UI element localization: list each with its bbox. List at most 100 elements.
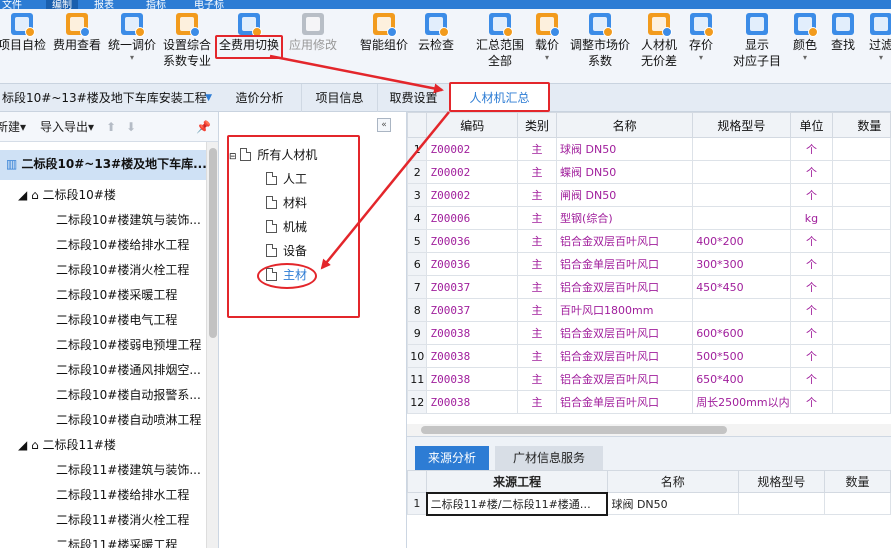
spec-cell[interactable]: 500*500 <box>692 344 791 368</box>
tree-item[interactable]: 二标段10#楼通风排烟空... <box>56 358 201 383</box>
spec-cell[interactable]: 300*300 <box>692 252 791 276</box>
load-price-button[interactable]: 载价 ▾ <box>530 13 564 63</box>
code-cell[interactable]: Z00002 <box>426 160 519 184</box>
tree-root[interactable]: ▥ 二标段10#~13#楼及地下车库... <box>6 152 206 177</box>
type-cell[interactable]: 主 <box>517 321 558 345</box>
move-down-icon[interactable]: ⬇ <box>126 112 136 142</box>
spec-cell[interactable]: 周长2500mm以内 <box>692 390 791 414</box>
code-cell[interactable]: Z00038 <box>426 344 519 368</box>
tab-material-info-service[interactable]: 广材信息服务 <box>495 446 603 471</box>
qty-cell[interactable] <box>832 321 891 345</box>
table-row[interactable]: 12 Z00038 主铝合金单层百叶风口 周长2500mm以内个 <box>407 390 891 414</box>
qty-cell[interactable] <box>832 344 891 368</box>
name-cell[interactable]: 球阀 DN50 <box>556 137 694 161</box>
tab-fee-settings[interactable]: 取费设置 <box>378 84 450 112</box>
qty-cell[interactable] <box>832 275 891 299</box>
spec-cell[interactable] <box>692 206 791 230</box>
unit-cell[interactable]: 个 <box>789 390 834 414</box>
qty-cell[interactable] <box>824 492 891 515</box>
menu-ebid[interactable]: 电子标 <box>194 0 224 9</box>
tree-item[interactable]: 二标段11#楼建筑与装饰... <box>56 458 201 483</box>
spec-cell[interactable]: 450*450 <box>692 275 791 299</box>
type-cell[interactable]: 主 <box>517 390 558 414</box>
tree-item[interactable]: 二标段10#楼采暖工程 <box>56 283 177 308</box>
col-header-spec[interactable]: 规格型号 <box>692 112 791 138</box>
unit-cell[interactable]: 个 <box>789 252 834 276</box>
name-cell[interactable]: 百叶风口1800mm <box>556 298 694 322</box>
name-cell[interactable]: 型钢(综合) <box>556 206 694 230</box>
qty-cell[interactable] <box>832 229 891 253</box>
filter-button[interactable]: 过滤 ▾ <box>864 13 891 63</box>
scroll-thumb[interactable] <box>421 426 727 434</box>
tree-item[interactable]: 二标段10#楼弱电预埋工程 <box>56 333 201 358</box>
table-row[interactable]: 3 Z00002 主闸阀 DN50 个 <box>407 183 891 207</box>
spec-cell[interactable] <box>692 160 791 184</box>
color-button[interactable]: 颜色 ▾ <box>788 13 822 63</box>
scroll-thumb[interactable] <box>209 148 217 338</box>
save-price-button[interactable]: 存价 ▾ <box>684 13 718 63</box>
table-row[interactable]: 7 Z00037 主铝合金双层百叶风口 450*450 个 <box>407 275 891 299</box>
name-cell[interactable]: 铝合金单层百叶风口 <box>556 252 694 276</box>
unit-cell[interactable]: 个 <box>789 344 834 368</box>
qty-cell[interactable] <box>832 183 891 207</box>
unit-cell[interactable]: 个 <box>789 160 834 184</box>
find-button[interactable]: 查找 <box>826 13 860 53</box>
name-cell[interactable]: 蝶阀 DN50 <box>556 160 694 184</box>
code-cell[interactable]: Z00002 <box>426 137 519 161</box>
left-scrollbar[interactable] <box>206 142 218 548</box>
col-header-source[interactable]: 来源工程 <box>426 470 608 493</box>
unit-cell[interactable]: 个 <box>789 367 834 391</box>
tab-source-analysis[interactable]: 来源分析 <box>415 446 489 471</box>
table-row[interactable]: 2 Z00002 主蝶阀 DN50 个 <box>407 160 891 184</box>
summary-range-button[interactable]: 汇总范围 全部 <box>472 13 528 69</box>
spec-cell[interactable] <box>737 492 826 515</box>
col-header-name[interactable]: 名称 <box>606 470 739 493</box>
name-cell[interactable]: 铝合金双层百叶风口 <box>556 321 694 345</box>
menu-file[interactable]: 文件 <box>2 0 22 9</box>
col-header-name[interactable]: 名称 <box>556 112 694 138</box>
move-up-icon[interactable]: ⬆ <box>106 112 116 142</box>
unit-cell[interactable]: 个 <box>789 321 834 345</box>
no-price-diff-button[interactable]: 人材机 无价差 <box>636 13 682 69</box>
col-header-type[interactable]: 类别 <box>517 112 558 138</box>
unified-price-button[interactable]: 统一调价 ▾ <box>104 13 160 63</box>
table-row[interactable]: 4 Z00006 主型钢(综合) kg <box>407 206 891 230</box>
qty-cell[interactable] <box>832 298 891 322</box>
project-selector[interactable]: 标段10#~13#楼及地下车库安装工程 ▼ <box>0 84 218 112</box>
tab-project-info[interactable]: 项目信息 <box>302 84 378 112</box>
table-row[interactable]: 8 Z00037 主百叶风口1800mm 个 <box>407 298 891 322</box>
tree-item[interactable]: 二标段10#楼建筑与装饰... <box>56 208 201 233</box>
tree-item[interactable]: 二标段10#楼电气工程 <box>56 308 177 333</box>
cost-view-button[interactable]: 费用查看 <box>50 13 104 53</box>
code-cell[interactable]: Z00038 <box>426 321 519 345</box>
table-row[interactable]: 1 Z00002 主球阀 DN50 个 <box>407 137 891 161</box>
type-cell[interactable]: 主 <box>517 344 558 368</box>
project-check-button[interactable]: 项目自检 <box>0 13 50 53</box>
type-cell[interactable]: 主 <box>517 206 558 230</box>
smart-pricing-button[interactable]: 智能组价 <box>356 13 412 53</box>
import-export-button[interactable]: 导入导出▾ <box>40 112 94 142</box>
tree-group-11[interactable]: ◢ ⌂ 二标段11#楼 <box>18 433 116 458</box>
qty-cell[interactable] <box>832 367 891 391</box>
tree-item[interactable]: 二标段10#楼给排水工程 <box>56 233 189 258</box>
table-row[interactable]: 9 Z00038 主铝合金双层百叶风口 600*600 个 <box>407 321 891 345</box>
name-cell[interactable]: 铝合金双层百叶风口 <box>556 229 694 253</box>
table-row[interactable]: 1 二标段11#楼/二标段11#楼通… 球阀 DN50 <box>407 491 891 516</box>
col-header-code[interactable]: 编码 <box>426 112 519 138</box>
code-cell[interactable]: Z00037 <box>426 275 519 299</box>
code-cell[interactable]: Z00036 <box>426 229 519 253</box>
col-header-qty[interactable]: 数量 <box>832 112 891 138</box>
new-button[interactable]: 新建▾ <box>0 112 26 142</box>
unit-cell[interactable]: 个 <box>789 137 834 161</box>
col-header-qty[interactable]: 数量 <box>824 470 891 493</box>
unit-cell[interactable]: 个 <box>789 183 834 207</box>
col-header-spec[interactable]: 规格型号 <box>737 470 826 493</box>
code-cell[interactable]: Z00037 <box>426 298 519 322</box>
unit-cell[interactable]: 个 <box>789 229 834 253</box>
set-coefficient-button[interactable]: 设置综合 系数专业 <box>160 13 214 69</box>
spec-cell[interactable]: 650*400 <box>692 367 791 391</box>
code-cell[interactable]: Z00002 <box>426 183 519 207</box>
table-row[interactable]: 11 Z00038 主铝合金双层百叶风口 650*400 个 <box>407 367 891 391</box>
type-cell[interactable]: 主 <box>517 298 558 322</box>
show-sub-item-button[interactable]: 显示 对应子目 <box>728 13 786 69</box>
